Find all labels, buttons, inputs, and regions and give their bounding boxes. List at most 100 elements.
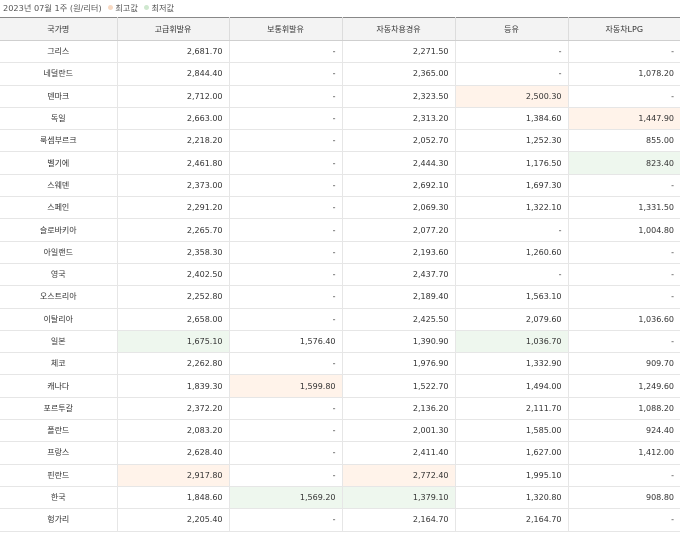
diesel-column-header: 자동차용경유: [342, 17, 456, 41]
price-cell: 2,628.40: [117, 441, 230, 465]
table-row: 덴마크 2,712.00-2,323.50 2,500.30-: [0, 85, 680, 108]
price-cell: 2,313.20: [342, 107, 456, 131]
price-cell: 1,320.80: [455, 486, 569, 510]
price-cell: -: [229, 85, 343, 108]
price-cell: 2,265.70: [117, 218, 230, 242]
price-cell: 2,365.00: [342, 62, 456, 86]
unit-label: (원/리터): [69, 3, 102, 13]
price-cell: 2,437.70: [342, 263, 456, 287]
lpg-column-header: 자동차LPG: [568, 17, 680, 41]
price-cell: -: [229, 40, 343, 64]
lowest-value-legend-swatch: [144, 5, 150, 10]
country-name-cell: 스페인: [0, 196, 118, 220]
country-name-cell: 폴란드: [0, 419, 118, 443]
price-cell: -: [568, 263, 680, 287]
price-cell: -: [229, 151, 343, 175]
price-cell: -: [229, 397, 343, 421]
price-cell: 2,844.40: [117, 62, 230, 86]
price-cell: 1,322.10: [455, 196, 569, 220]
table-row: 폴란드 2,083.20-2,001.30 1,585.00 924.40: [0, 419, 680, 443]
price-cell: 2,291.20: [117, 196, 230, 220]
table-header: 국가명 고급휘발유 보통휘발유 자동차용경유 등유 자동차LPG: [0, 17, 680, 41]
country-column-header: 국가명: [0, 17, 118, 41]
price-cell: 2,069.30: [342, 196, 456, 220]
price-cell: -: [229, 218, 343, 242]
price-cell: 1,260.60: [455, 241, 569, 264]
price-cell: 2,411.40: [342, 441, 456, 465]
price-cell: 1,976.90: [342, 352, 456, 376]
country-name-cell: 영국: [0, 263, 118, 287]
price-cell: 2,712.00: [117, 85, 230, 108]
price-cell: -: [568, 241, 680, 264]
price-cell: 2,461.80: [117, 151, 230, 175]
header-row: 국가명 고급휘발유 보통휘발유 자동차용경유 등유 자동차LPG: [0, 17, 680, 41]
table-row: 헝가리 2,205.40-2,164.70 2,164.70-: [0, 508, 680, 532]
price-cell: 1,331.50: [568, 196, 680, 220]
price-cell: 1,036.70: [455, 330, 569, 354]
highest-value-legend-label: 최고값: [115, 3, 138, 13]
price-cell: -: [229, 263, 343, 287]
price-cell: 2,372.20: [117, 397, 230, 421]
table-row: 프랑스 2,628.40-2,411.40 1,627.00 1,412.00: [0, 441, 680, 465]
price-cell: 2,083.20: [117, 419, 230, 443]
price-cell: 2,917.80: [117, 464, 230, 487]
price-cell: 1,848.60: [117, 486, 230, 510]
table-row: 체코 2,262.80-1,976.90 1,332.90 909.70: [0, 352, 680, 376]
price-cell: 2,658.00: [117, 308, 230, 331]
price-cell: 2,079.60: [455, 308, 569, 331]
price-cell: 2,001.30: [342, 419, 456, 443]
price-cell: -: [229, 308, 343, 331]
table-row: 핀란드 2,917.80-2,772.40 1,995.10-: [0, 464, 680, 487]
country-name-cell: 독일: [0, 107, 118, 131]
price-cell: 1,412.00: [568, 441, 680, 465]
price-cell: 1,176.50: [455, 151, 569, 175]
country-name-cell: 캐나다: [0, 374, 118, 398]
kerosene-column-header: 등유: [455, 17, 569, 41]
table-row: 영국 2,402.50-2,437.70- -: [0, 263, 680, 287]
price-cell: 2,189.40: [342, 285, 456, 309]
price-cell: -: [229, 352, 343, 376]
price-cell: 2,663.00: [117, 107, 230, 131]
table-row: 스페인 2,291.20-2,069.30 1,322.10 1,331.50: [0, 196, 680, 220]
price-cell: 1,036.60: [568, 308, 680, 331]
price-cell: -: [229, 508, 343, 532]
country-name-cell: 프랑스: [0, 441, 118, 465]
country-name-cell: 핀란드: [0, 464, 118, 487]
price-cell: 1,078.20: [568, 62, 680, 86]
price-cell: 2,373.00: [117, 174, 230, 198]
price-cell: -: [229, 464, 343, 487]
price-cell: -: [568, 285, 680, 309]
price-cell: -: [568, 40, 680, 64]
country-name-cell: 벨기에: [0, 151, 118, 175]
price-cell: -: [455, 218, 569, 242]
price-cell: 1,494.00: [455, 374, 569, 398]
price-cell: 2,681.70: [117, 40, 230, 64]
highest-value-legend-swatch: [108, 5, 114, 10]
table-body: 그리스 2,681.70-2,271.50- - 네덜란드 2,844.40-2,365…: [0, 40, 680, 532]
price-cell: -: [229, 419, 343, 443]
price-cell: 2,692.10: [342, 174, 456, 198]
country-name-cell: 룩셈부르크: [0, 129, 118, 153]
price-cell: 2,425.50: [342, 308, 456, 331]
period-label: 2023년 07월 1주: [3, 3, 68, 13]
price-cell: 1,004.80: [568, 218, 680, 242]
price-cell: 2,444.30: [342, 151, 456, 175]
price-cell: -: [229, 241, 343, 264]
country-name-cell: 체코: [0, 352, 118, 376]
table-row: 룩셈부르크 2,218.20-2,052.70 1,252.30 855.00: [0, 129, 680, 153]
table-row: 한국 1,848.60 1,569.20 1,379.10 1,320.80 908.80: [0, 486, 680, 510]
price-cell: 1,599.80: [229, 374, 343, 398]
price-cell: 1,332.90: [455, 352, 569, 376]
fuel-price-table: 국가명 고급휘발유 보통휘발유 자동차용경유 등유 자동차LPG 그리스 2,681.70-…: [0, 17, 680, 532]
price-cell: 1,563.10: [455, 285, 569, 309]
country-name-cell: 그리스: [0, 40, 118, 64]
country-name-cell: 덴마크: [0, 85, 118, 108]
table-row: 독일 2,663.00-2,313.20 1,384.60 1,447.90: [0, 107, 680, 131]
price-cell: 1,697.30: [455, 174, 569, 198]
price-cell: 2,164.70: [455, 508, 569, 532]
price-cell: 2,205.40: [117, 508, 230, 532]
price-cell: -: [229, 441, 343, 465]
price-cell: 2,323.50: [342, 85, 456, 108]
price-cell: -: [455, 40, 569, 64]
price-cell: 2,402.50: [117, 263, 230, 287]
